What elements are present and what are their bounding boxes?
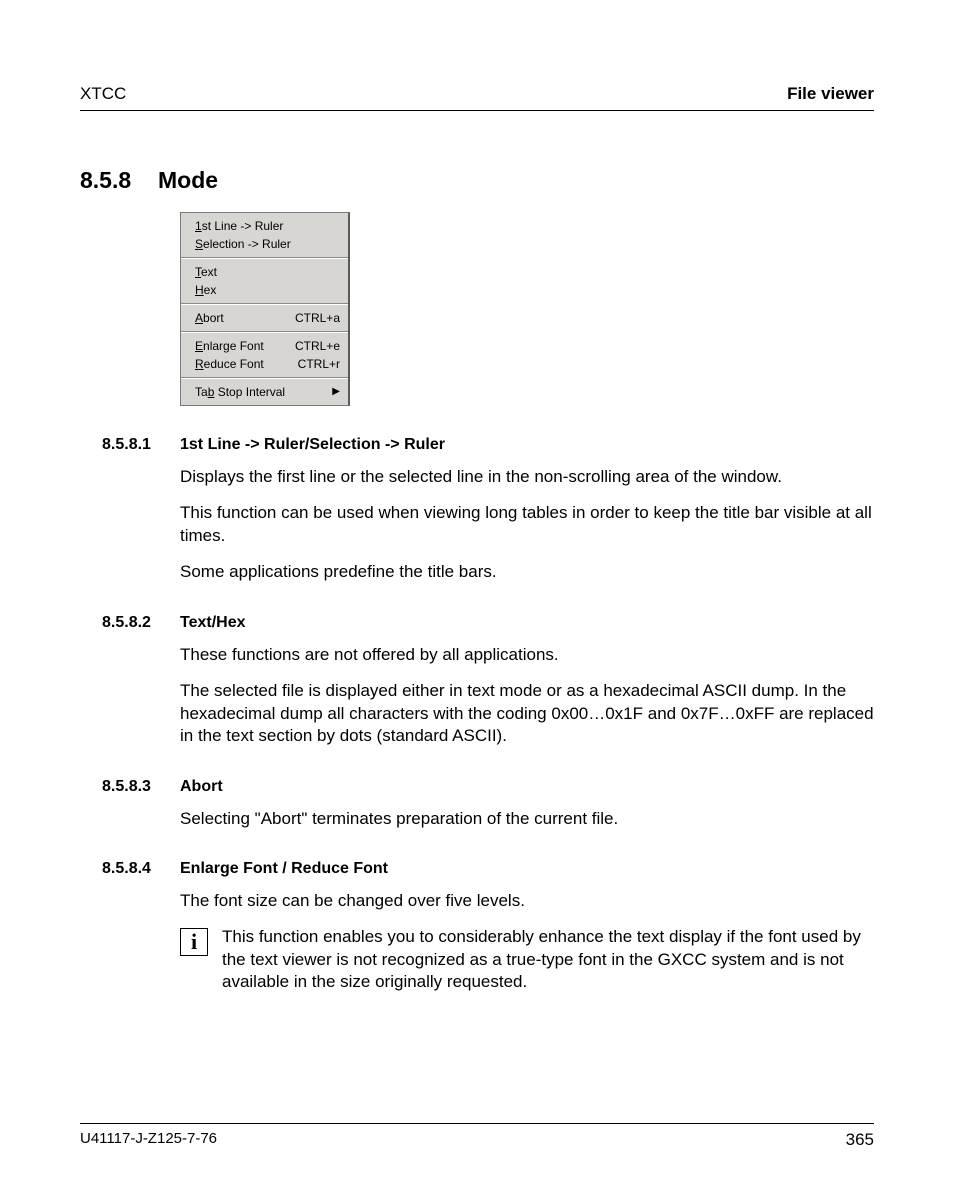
- submenu-arrow-icon: ▶: [332, 384, 340, 400]
- page-number: 365: [846, 1130, 874, 1150]
- subsection-title: Abort: [180, 778, 223, 796]
- subsection-title: 1st Line -> Ruler/Selection -> Ruler: [180, 436, 445, 454]
- footer-doc-id: U41117-J-Z125-7-76: [80, 1130, 217, 1150]
- shortcut-reduce: CTRL+r: [280, 356, 340, 372]
- shortcut-enlarge: CTRL+e: [277, 338, 340, 354]
- menu-item-enlarge-font[interactable]: Enlarge Font CTRL+e: [181, 337, 348, 355]
- subsection-title: Text/Hex: [180, 614, 246, 632]
- paragraph: The font size can be changed over five l…: [180, 890, 874, 912]
- subsection-number: 8.5.8.4: [102, 860, 180, 878]
- menu-item-selection-ruler[interactable]: Selection -> Ruler: [181, 235, 348, 253]
- info-icon: i: [180, 928, 208, 956]
- menu-item-hex[interactable]: Hex: [181, 281, 348, 299]
- menu-item-reduce-font[interactable]: Reduce Font CTRL+r: [181, 355, 348, 373]
- paragraph: This function can be used when viewing l…: [180, 502, 874, 547]
- paragraph: The selected file is displayed either in…: [180, 680, 874, 747]
- subsection-number: 8.5.8.3: [102, 778, 180, 796]
- note-text: This function enables you to considerabl…: [222, 926, 874, 993]
- menu-item-tab-stop-interval[interactable]: Tab Stop Interval ▶: [181, 383, 348, 401]
- paragraph: Displays the first line or the selected …: [180, 466, 874, 488]
- footer-rule: [80, 1123, 874, 1124]
- section-title: Mode: [158, 167, 218, 194]
- paragraph: Selecting "Abort" terminates preparation…: [180, 808, 874, 830]
- menu-item-abort[interactable]: Abort CTRL+a: [181, 309, 348, 327]
- subsection-number: 8.5.8.2: [102, 614, 180, 632]
- subsection-title: Enlarge Font / Reduce Font: [180, 860, 388, 878]
- mode-menu: 1st Line -> Ruler Selection -> Ruler Tex…: [180, 212, 350, 406]
- paragraph: Some applications predefine the title ba…: [180, 561, 874, 583]
- header-left: XTCC: [80, 84, 126, 104]
- menu-item-text[interactable]: Text: [181, 263, 348, 281]
- section-number: 8.5.8: [80, 167, 158, 194]
- menu-item-1st-line-ruler[interactable]: 1st Line -> Ruler: [181, 217, 348, 235]
- subsection-number: 8.5.8.1: [102, 436, 180, 454]
- header-rule: [80, 110, 874, 111]
- header-right: File viewer: [787, 84, 874, 104]
- shortcut-abort: CTRL+a: [277, 310, 340, 326]
- paragraph: These functions are not offered by all a…: [180, 644, 874, 666]
